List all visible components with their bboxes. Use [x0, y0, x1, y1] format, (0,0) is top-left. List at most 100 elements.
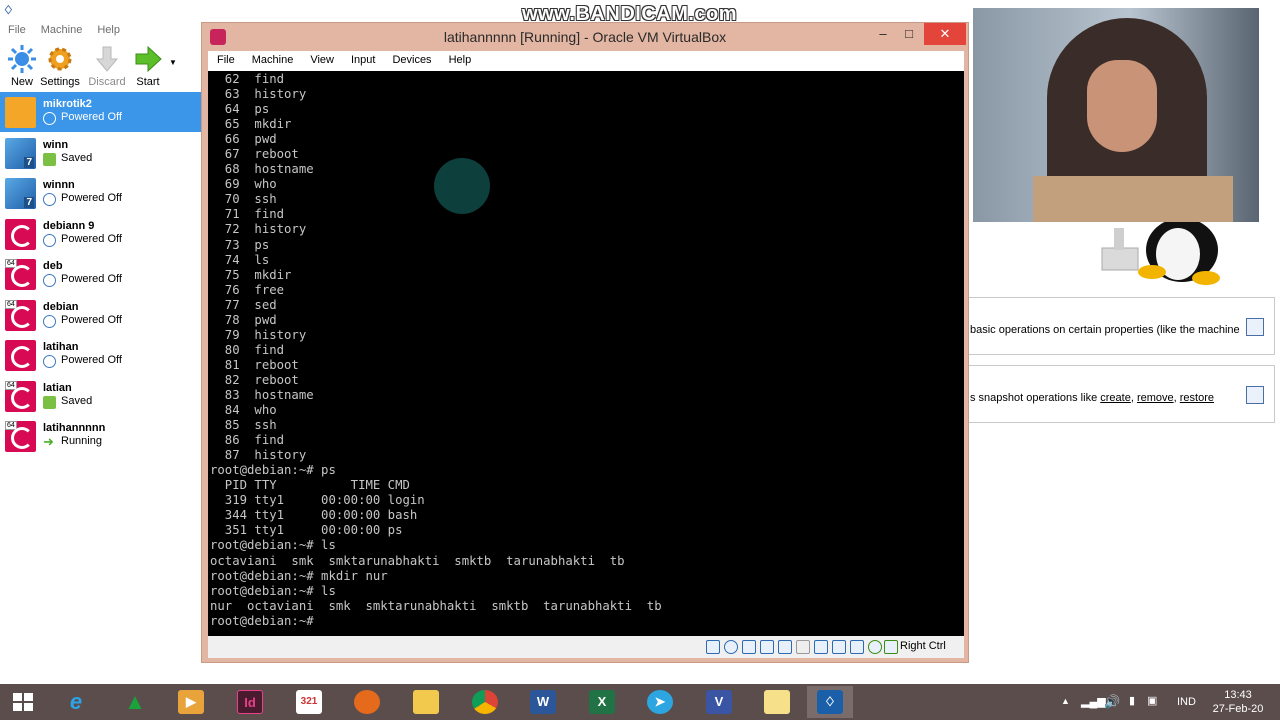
excel-icon: X: [589, 690, 615, 714]
vm-window: latihannnnn [Running] - Oracle VM Virtua…: [201, 22, 969, 663]
discard-button[interactable]: Discard: [85, 40, 129, 92]
taskbar-internet-explorer[interactable]: e: [53, 686, 99, 718]
vm-list-item[interactable]: latihan Powered Off: [0, 335, 202, 375]
taskbar-clock[interactable]: 13:43 27-Feb-20: [1205, 688, 1271, 716]
vm-menu-view[interactable]: View: [301, 51, 342, 68]
vm-list-item[interactable]: 64 debian Powered Off: [0, 295, 202, 335]
start-button[interactable]: Start: [126, 40, 170, 92]
taskbar-visio[interactable]: V: [696, 686, 742, 718]
menu-help[interactable]: Help: [89, 22, 127, 38]
mikrotik-os-icon: [5, 97, 36, 128]
chrome-icon: [472, 690, 498, 714]
taskbar-folder[interactable]: [754, 686, 800, 718]
shared-folders-icon[interactable]: [796, 640, 810, 654]
taskbar-word[interactable]: W: [520, 686, 566, 718]
vm-window-titlebar[interactable]: latihannnnn [Running] - Oracle VM Virtua…: [202, 23, 968, 51]
taskbar-chrome[interactable]: [462, 686, 508, 718]
indesign-icon: Id: [237, 690, 263, 714]
usb-icon[interactable]: [778, 640, 792, 654]
taskbar-virtualbox[interactable]: ♢: [807, 686, 853, 718]
taskbar-file-explorer[interactable]: [403, 686, 449, 718]
vm-list: mikrotik2 Powered Off 7 winn Saved 7 win…: [0, 92, 202, 462]
vm-state: Powered Off: [61, 314, 122, 326]
vm-menu-machine[interactable]: Machine: [243, 51, 302, 68]
visio-icon: V: [706, 690, 732, 714]
clock-time: 13:43: [1224, 689, 1252, 701]
vm-list-item[interactable]: 64 latian Saved: [0, 376, 202, 416]
host-key-icon[interactable]: [884, 640, 898, 654]
video-capture-icon[interactable]: [832, 640, 846, 654]
vm-state: Saved: [61, 152, 93, 164]
network-icon[interactable]: [760, 640, 774, 654]
webcam-person-shirt: [1033, 176, 1233, 222]
vm-state: Saved: [61, 395, 93, 407]
volume-icon[interactable]: 🔊: [1104, 694, 1120, 710]
snapshots-camera-icon[interactable]: [1246, 386, 1264, 404]
taskbar-green-app[interactable]: ▲: [112, 686, 158, 718]
taskbar-indesign[interactable]: Id: [227, 686, 273, 718]
vm-state: Running: [61, 435, 102, 447]
taskbar-calendar-app[interactable]: 321: [286, 686, 332, 718]
calendar-icon: 321: [296, 690, 322, 714]
hard-disk-icon[interactable]: [706, 640, 720, 654]
vm-list-item[interactable]: 64 deb Powered Off: [0, 254, 202, 294]
taskbar-firefox[interactable]: [344, 686, 390, 718]
settings-button[interactable]: Settings: [38, 40, 82, 92]
start-dropdown-chevron-icon[interactable]: ▼: [169, 58, 177, 67]
saved-state-icon: [43, 396, 56, 409]
language-indicator[interactable]: IND: [1177, 696, 1196, 708]
vm-list-item[interactable]: 7 winn Saved: [0, 133, 202, 173]
saved-state-icon: [43, 153, 56, 166]
create-link[interactable]: create: [1100, 392, 1131, 404]
signal-bars-icon[interactable]: ▂▄▆: [1081, 695, 1106, 708]
powered-off-icon: [43, 193, 56, 206]
display-icon[interactable]: [814, 640, 828, 654]
vm-menu-file[interactable]: File: [208, 51, 243, 68]
windows-start-button[interactable]: [0, 686, 46, 718]
vm-name: latian: [43, 382, 72, 394]
webcam-overlay: [973, 8, 1259, 222]
vm-menu-devices[interactable]: Devices: [383, 51, 439, 68]
tray-expand-chevron-icon[interactable]: ▲: [1061, 696, 1070, 706]
battery-icon[interactable]: ▮: [1129, 694, 1135, 707]
menu-machine[interactable]: Machine: [33, 22, 90, 38]
menu-file[interactable]: File: [0, 22, 33, 38]
vm-console-screen[interactable]: 62 find 63 history 64 ps 65 mkdir 66 pwd…: [208, 71, 964, 636]
debian-64-os-icon: 64: [5, 300, 36, 331]
details-icon[interactable]: [1246, 318, 1264, 336]
restore-link[interactable]: restore: [1180, 392, 1214, 404]
powered-off-icon: [43, 274, 56, 287]
running-arrow-icon: ➜: [43, 434, 54, 449]
vm-state: Powered Off: [61, 233, 122, 245]
close-button[interactable]: ✕: [924, 23, 966, 45]
mouse-integration-icon[interactable]: [868, 640, 882, 654]
taskbar-media-player[interactable]: ▶: [168, 686, 214, 718]
vm-name: latihan: [43, 341, 79, 353]
minimize-button[interactable]: –: [869, 23, 897, 45]
network-disconnected-icon[interactable]: ▣: [1147, 694, 1157, 707]
powered-off-icon: [43, 355, 56, 368]
vm-list-item[interactable]: 64 latihannnnn ➜ Running: [0, 416, 202, 456]
maximize-button[interactable]: □: [895, 23, 923, 45]
vm-menu-input[interactable]: Input: [342, 51, 383, 68]
debian-64-os-icon: 64: [5, 421, 36, 452]
audio-icon[interactable]: [742, 640, 756, 654]
taskbar-excel[interactable]: X: [579, 686, 625, 718]
vm-list-item[interactable]: mikrotik2 Powered Off: [0, 92, 202, 132]
taskbar-telegram[interactable]: ➤: [637, 686, 683, 718]
cpu-icon[interactable]: [850, 640, 864, 654]
vm-list-item[interactable]: debiann 9 Powered Off: [0, 214, 202, 254]
vm-state: Powered Off: [61, 192, 122, 204]
vm-menubar: File Machine View Input Devices Help: [208, 51, 964, 71]
discard-arrow-icon: [95, 46, 119, 72]
vm-menu-help[interactable]: Help: [440, 51, 480, 68]
bandicam-watermark: www.BANDICAM.com: [522, 3, 738, 25]
powered-off-icon: [43, 234, 56, 247]
terminal-output: 62 find 63 history 64 ps 65 mkdir 66 pwd…: [210, 72, 662, 628]
virtualbox-taskbar-icon: ♢: [817, 690, 843, 714]
vm-name: winn: [43, 139, 69, 151]
vm-list-item[interactable]: 7 winnn Powered Off: [0, 173, 202, 213]
green-triangle-icon: ▲: [124, 689, 146, 714]
optical-drive-icon[interactable]: [724, 640, 738, 654]
remove-link[interactable]: remove: [1137, 392, 1174, 404]
